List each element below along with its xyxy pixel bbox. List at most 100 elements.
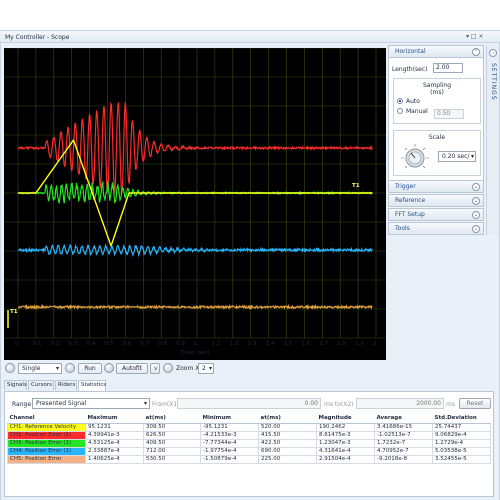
stat-cell: 3.41686e-15 [375, 423, 433, 431]
x-tick-label: 1.6 [301, 341, 310, 347]
tab-statistics[interactable]: Statistics [78, 380, 106, 391]
table-row[interactable]: CH2: Position Error (1) 4.39941e-3 626.50-… [8, 431, 491, 439]
stat-cell: 712.00 [144, 447, 201, 455]
tab-cursors[interactable]: Cursors [28, 380, 54, 390]
scale-select[interactable]: 0.20 sec/▾ [438, 151, 476, 162]
stat-cell: 1.23047e-3 [317, 439, 375, 447]
x-tick-label: 1 [194, 341, 198, 347]
table-row[interactable]: CH4: Position Error (1) 2.33887e-4 712.00-… [8, 447, 491, 455]
auto-radio[interactable] [397, 98, 403, 104]
stat-cell: 1.2729e-4 [433, 439, 491, 447]
settings-tab[interactable]: SETTINGS › [486, 45, 499, 235]
from-input[interactable]: 0.00 [177, 398, 321, 409]
scale-select-value: 0.20 sec/ [442, 153, 469, 160]
x-tick-label: 0.6 [122, 341, 131, 347]
col-magnitude[interactable]: Magnitude [317, 414, 375, 423]
mode-indicator [5, 363, 15, 373]
channel-cell: CH1: Reference Velocity [8, 423, 86, 431]
stat-cell: 4.53125e-4 [86, 439, 144, 447]
x-tick-label: 1.4 [266, 341, 275, 347]
col-at-min[interactable]: at(ms) [259, 414, 317, 423]
section-horizontal-title: Horizontal [395, 48, 426, 55]
x-tick-label: 0.1 [33, 341, 42, 347]
run-button[interactable]: Run [78, 363, 102, 374]
autofit-button[interactable]: Autofit [116, 363, 148, 374]
x-tick-label: 0.5 [105, 341, 114, 347]
channel-cell: CH3: Position Error (1) [8, 439, 86, 447]
manual-radio[interactable] [397, 108, 403, 114]
col-std-deviation[interactable]: Std.Deviation [433, 414, 491, 423]
length-label: Length(sec) [392, 66, 428, 73]
chevron-right-icon[interactable]: › [489, 49, 497, 57]
section-fft-title: FFT Setup [395, 211, 425, 218]
table-header: Channel Maximum at(ms) Minimum at(ms) Ma… [8, 414, 491, 423]
stat-cell: -1.02513e-7 [375, 431, 433, 439]
table-row[interactable]: CH3: Position Error (1) 4.53125e-4 409.50-… [8, 439, 491, 447]
mode-select[interactable]: Single ▾ [18, 363, 62, 374]
col-minimum[interactable]: Minimum [201, 414, 259, 423]
section-fft-setup[interactable]: FFT Setup ⌄ [388, 208, 484, 221]
chevron-down-icon[interactable]: ⌄ [472, 225, 480, 233]
trigger-label-right: T1 [352, 183, 360, 189]
scope-plot [4, 48, 386, 360]
stat-cell: -4.21533e-3 [201, 431, 259, 439]
x-tick-label: 1.2 [230, 341, 239, 347]
x-tick-label: 0.7 [140, 341, 149, 347]
reset-button[interactable]: Reset [459, 398, 491, 409]
stat-cell: 4.39941e-3 [86, 431, 144, 439]
x-axis-label: Time (sec) [181, 350, 210, 356]
manual-label: Manual [406, 108, 428, 115]
table-row[interactable]: CH1: Reference Velocity 95.1231 309.50 -95.… [8, 423, 491, 431]
tab-signals[interactable]: Signals [4, 380, 27, 390]
chevron-down-icon[interactable]: ⌄ [472, 183, 480, 191]
stat-cell: 2.91504e-4 [317, 455, 375, 463]
section-trigger[interactable]: Trigger ⌄ [388, 180, 484, 193]
range-select[interactable]: Presented Signal ▾ [32, 398, 150, 409]
stat-cell: 690.00 [259, 447, 317, 455]
col-channel[interactable]: Channel [8, 414, 86, 423]
scale-knob[interactable] [400, 143, 430, 173]
col-at-max[interactable]: at(ms) [144, 414, 201, 423]
range-select-value: Presented Signal [36, 400, 86, 407]
stat-cell: -7.77344e-4 [201, 439, 259, 447]
window-controls[interactable]: ▾ □ × [466, 33, 484, 40]
window-titlebar: My Controller - Scope ▾ □ × [0, 30, 500, 43]
chevron-down-icon: ▾ [144, 399, 147, 408]
section-reference[interactable]: Reference ⌄ [388, 194, 484, 207]
stat-cell: 95.1231 [86, 423, 144, 431]
stat-cell: 422.50 [259, 439, 317, 447]
scope-display[interactable]: T1 T1 [4, 48, 386, 360]
section-trigger-title: Trigger [395, 183, 416, 190]
settings-tab-label: SETTINGS [490, 63, 497, 101]
stat-cell: 520.00 [259, 423, 317, 431]
x-tick-label: 0.9 [176, 341, 185, 347]
tab-riders[interactable]: Riders [55, 380, 77, 390]
autofit-vertical-button[interactable]: v [150, 363, 160, 374]
chevron-down-icon: ▾ [209, 364, 212, 373]
chevron-down-icon[interactable]: ⌄ [472, 197, 480, 205]
manual-input[interactable]: 0.50 [434, 109, 464, 119]
x-tick-label: 0.4 [87, 341, 96, 347]
chevron-up-icon[interactable]: ⌃ [472, 48, 480, 56]
table-row[interactable]: CH5: Position Error 1.40625e-4 530.50 -1.50… [8, 455, 491, 463]
length-input[interactable]: 2.00 [433, 63, 463, 73]
zoom-select[interactable]: 2 ▾ [198, 363, 214, 374]
section-reference-title: Reference [395, 197, 425, 204]
col-maximum[interactable]: Maximum [86, 414, 144, 423]
x-tick-label: 0.8 [158, 341, 167, 347]
section-horizontal[interactable]: Horizontal ⌃ [388, 45, 484, 58]
to-input[interactable]: 2000.00 [356, 398, 444, 409]
x-tick-label: 1.9 [355, 341, 364, 347]
scale-group: Scale 0.20 sec/▾ [393, 130, 481, 176]
stat-cell: 1.40625e-4 [86, 455, 144, 463]
section-tools[interactable]: Tools ⌄ [388, 222, 484, 235]
x-tick-label: 0.2 [51, 341, 60, 347]
run-indicator [65, 363, 75, 373]
channel-cell: CH2: Position Error (1) [8, 431, 86, 439]
col-average[interactable]: Average [375, 414, 433, 423]
statistics-table: Channel Maximum at(ms) Minimum at(ms) Ma… [7, 414, 491, 464]
auto-label: Auto [406, 98, 420, 105]
chevron-down-icon[interactable]: ⌄ [472, 211, 480, 219]
to-unit: ms [446, 401, 455, 408]
sampling-title: Sampling [394, 82, 480, 89]
